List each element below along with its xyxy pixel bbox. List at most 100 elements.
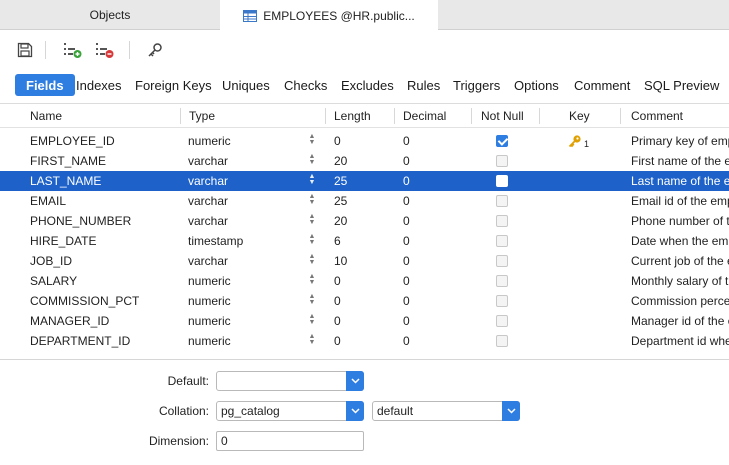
field-length-cell[interactable]: 0: [334, 331, 341, 351]
default-combo[interactable]: [216, 371, 364, 391]
field-decimal-cell[interactable]: 0: [403, 171, 410, 191]
type-stepper-icon[interactable]: ▲ ▼: [308, 213, 316, 228]
collation-schema-combo[interactable]: pg_catalog: [216, 401, 364, 421]
field-decimal-cell[interactable]: 0: [403, 331, 410, 351]
delete-field-button[interactable]: [94, 39, 116, 61]
field-comment-cell[interactable]: Commission percen: [631, 291, 729, 311]
tab-employees-design[interactable]: EMPLOYEES @HR.public...: [220, 0, 438, 31]
field-length-cell[interactable]: 0: [334, 271, 341, 291]
field-type-cell[interactable]: numeric: [188, 291, 231, 311]
field-type-cell[interactable]: varchar: [188, 251, 228, 271]
field-comment-cell[interactable]: Monthly salary of th: [631, 271, 729, 291]
field-name-cell[interactable]: HIRE_DATE: [30, 231, 96, 251]
tab-sql-preview[interactable]: SQL Preview: [644, 74, 719, 96]
field-decimal-cell[interactable]: 0: [403, 291, 410, 311]
field-comment-cell[interactable]: Last name of the em: [631, 171, 729, 191]
tab-indexes[interactable]: Indexes: [76, 74, 122, 96]
field-length-cell[interactable]: 0: [334, 311, 341, 331]
type-stepper-icon[interactable]: ▲ ▼: [308, 133, 316, 148]
tab-rules[interactable]: Rules: [407, 74, 440, 96]
field-comment-cell[interactable]: Date when the emp: [631, 231, 729, 251]
field-type-cell[interactable]: numeric: [188, 271, 231, 291]
field-length-cell[interactable]: 25: [334, 171, 347, 191]
tab-checks[interactable]: Checks: [284, 74, 327, 96]
field-type-cell[interactable]: numeric: [188, 331, 231, 351]
column-header-not-null[interactable]: Not Null: [481, 104, 524, 128]
field-decimal-cell[interactable]: 0: [403, 211, 410, 231]
table-row[interactable]: MANAGER_ID numeric ▲ ▼ 0 0 Manager id of the e: [0, 311, 729, 331]
field-comment-cell[interactable]: Department id whe: [631, 331, 729, 351]
field-name-cell[interactable]: JOB_ID: [30, 251, 72, 271]
field-length-cell[interactable]: 6: [334, 231, 341, 251]
field-name-cell[interactable]: SALARY: [30, 271, 77, 291]
column-header-type[interactable]: Type: [189, 104, 215, 128]
table-row[interactable]: SALARY numeric ▲ ▼ 0 0 Monthly salary of th: [0, 271, 729, 291]
field-length-cell[interactable]: 25: [334, 191, 347, 211]
table-row[interactable]: JOB_ID varchar ▲ ▼ 10 0 Current job of the e: [0, 251, 729, 271]
not-null-checkbox[interactable]: [496, 295, 508, 307]
field-type-cell[interactable]: timestamp: [188, 231, 243, 251]
add-field-button[interactable]: [62, 39, 84, 61]
field-type-cell[interactable]: varchar: [188, 151, 228, 171]
not-null-checkbox[interactable]: [496, 335, 508, 347]
fields-grid[interactable]: Name Type Length Decimal Not Null Key Co…: [0, 103, 729, 358]
tab-uniques[interactable]: Uniques: [222, 74, 270, 96]
not-null-checkbox[interactable]: [496, 235, 508, 247]
field-length-cell[interactable]: 20: [334, 151, 347, 171]
column-header-name[interactable]: Name: [30, 104, 62, 128]
field-name-cell[interactable]: PHONE_NUMBER: [30, 211, 131, 231]
save-button[interactable]: [14, 39, 36, 61]
table-row[interactable]: HIRE_DATE timestamp ▲ ▼ 6 0 Date when the emp: [0, 231, 729, 251]
tab-objects[interactable]: Objects: [0, 0, 220, 30]
field-name-cell[interactable]: COMMISSION_PCT: [30, 291, 139, 311]
field-comment-cell[interactable]: Phone number of th: [631, 211, 729, 231]
field-comment-cell[interactable]: Current job of the e: [631, 251, 729, 271]
tab-options[interactable]: Options: [514, 74, 559, 96]
field-comment-cell[interactable]: Manager id of the e: [631, 311, 729, 331]
field-type-cell[interactable]: varchar: [188, 191, 228, 211]
column-header-decimal[interactable]: Decimal: [403, 104, 446, 128]
column-header-length[interactable]: Length: [334, 104, 371, 128]
type-stepper-icon[interactable]: ▲ ▼: [308, 173, 316, 188]
type-stepper-icon[interactable]: ▲ ▼: [308, 313, 316, 328]
collation-combo[interactable]: default: [372, 401, 520, 421]
tab-excludes[interactable]: Excludes: [341, 74, 394, 96]
default-dropdown-button[interactable]: [346, 371, 364, 391]
collation-schema-dropdown-button[interactable]: [346, 401, 364, 421]
table-row[interactable]: FIRST_NAME varchar ▲ ▼ 20 0 First name of the …: [0, 151, 729, 171]
tab-foreign-keys[interactable]: Foreign Keys: [135, 74, 212, 96]
field-type-cell[interactable]: numeric: [188, 131, 231, 151]
field-decimal-cell[interactable]: 0: [403, 251, 410, 271]
dimension-field[interactable]: 0: [216, 431, 364, 451]
primary-key-button[interactable]: [144, 39, 166, 61]
type-stepper-icon[interactable]: ▲ ▼: [308, 293, 316, 308]
field-name-cell[interactable]: DEPARTMENT_ID: [30, 331, 130, 351]
table-row[interactable]: PHONE_NUMBER varchar ▲ ▼ 20 0 Phone number of …: [0, 211, 729, 231]
not-null-checkbox[interactable]: [496, 215, 508, 227]
field-length-cell[interactable]: 0: [334, 131, 341, 151]
not-null-checkbox[interactable]: [496, 315, 508, 327]
field-comment-cell[interactable]: First name of the em: [631, 151, 729, 171]
type-stepper-icon[interactable]: ▲ ▼: [308, 333, 316, 348]
type-stepper-icon[interactable]: ▲ ▼: [308, 273, 316, 288]
table-row[interactable]: COMMISSION_PCT numeric ▲ ▼ 0 0 Commission perc…: [0, 291, 729, 311]
table-row[interactable]: LAST_NAME varchar ▲▼ 25 0 Last name of the em: [0, 171, 729, 191]
not-null-checkbox[interactable]: [496, 275, 508, 287]
not-null-checkbox[interactable]: [496, 195, 508, 207]
field-decimal-cell[interactable]: 0: [403, 191, 410, 211]
field-type-cell[interactable]: numeric: [188, 311, 231, 331]
field-decimal-cell[interactable]: 0: [403, 231, 410, 251]
field-name-cell[interactable]: EMAIL: [30, 191, 66, 211]
field-comment-cell[interactable]: Primary key of emp: [631, 131, 729, 151]
table-row[interactable]: EMAIL varchar ▲ ▼ 25 0 Email id of the emp: [0, 191, 729, 211]
tab-comment[interactable]: Comment: [574, 74, 630, 96]
column-header-key[interactable]: Key: [569, 104, 590, 128]
field-decimal-cell[interactable]: 0: [403, 151, 410, 171]
field-name-cell[interactable]: LAST_NAME: [30, 171, 101, 191]
not-null-checkbox[interactable]: [496, 155, 508, 167]
field-name-cell[interactable]: FIRST_NAME: [30, 151, 106, 171]
type-stepper-icon[interactable]: ▲ ▼: [308, 233, 316, 248]
field-decimal-cell[interactable]: 0: [403, 131, 410, 151]
field-type-cell[interactable]: varchar: [188, 211, 228, 231]
column-header-comment[interactable]: Comment: [631, 104, 683, 128]
